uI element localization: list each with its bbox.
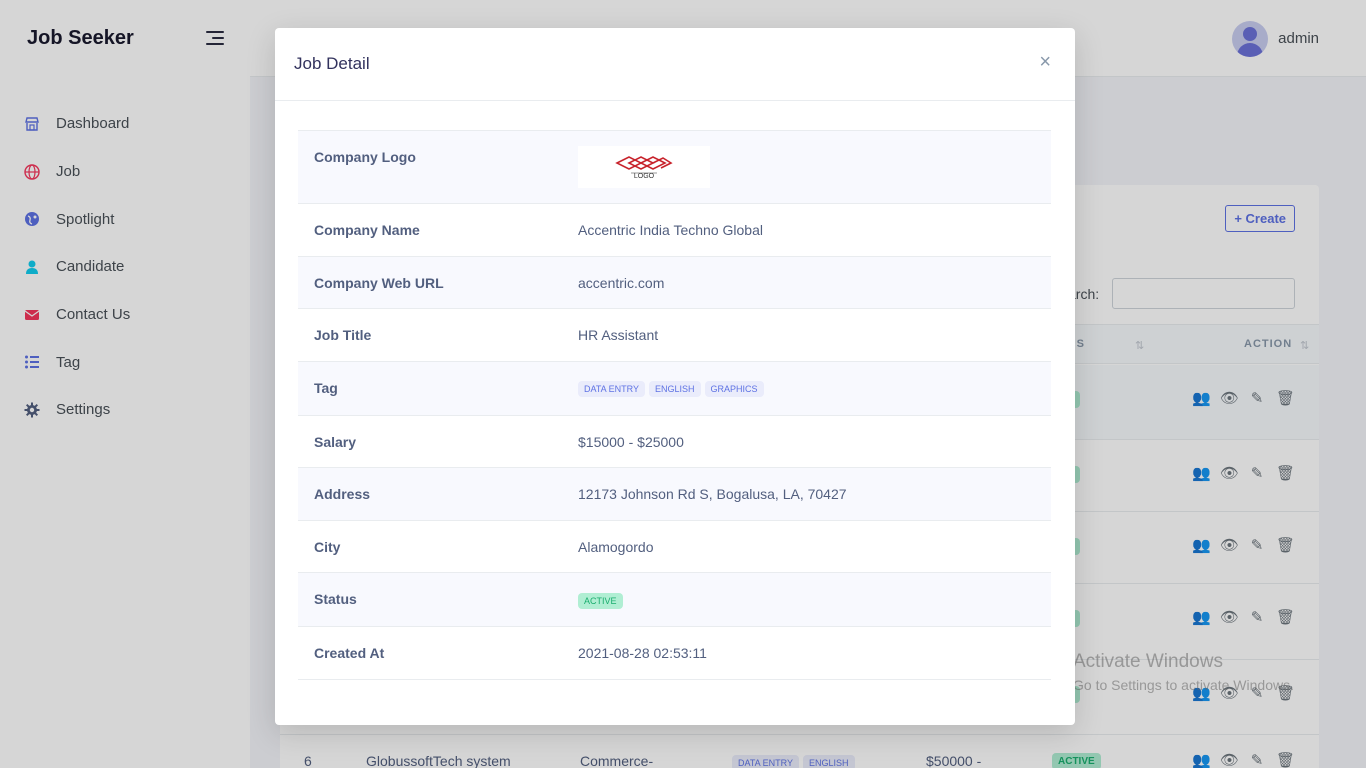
address-label: Address — [314, 486, 371, 502]
job-title-value: HR Assistant — [578, 327, 659, 343]
svg-text:LOGO: LOGO — [634, 173, 655, 180]
web-url-label: Company Web URL — [314, 275, 444, 291]
close-icon[interactable]: × — [1039, 52, 1051, 72]
salary-value: $15000 - $25000 — [578, 434, 684, 450]
company-logo-label: Company Logo — [314, 149, 416, 165]
detail-row-web-url: Company Web URL accentric.com — [298, 257, 1051, 309]
job-title-label: Job Title — [314, 327, 372, 343]
tag-chip: ENGLISH — [649, 381, 701, 397]
tag-label: Tag — [314, 380, 338, 396]
tag-chip: GRAPHICS — [704, 381, 764, 397]
address-value: 12173 Johnson Rd S, Bogalusa, LA, 70427 — [578, 486, 847, 502]
company-logo: LOGO — [578, 146, 710, 188]
company-name-label: Company Name — [314, 222, 420, 238]
modal-header: Job Detail × — [275, 28, 1075, 101]
job-detail-modal: Job Detail × Company Logo LOGO Company N… — [275, 28, 1075, 725]
salary-label: Salary — [314, 434, 357, 450]
modal-title: Job Detail — [294, 54, 370, 73]
tag-list: DATA ENTRY ENGLISH GRAPHICS — [578, 379, 768, 397]
city-label: City — [314, 539, 341, 555]
company-name-value: Accentric India Techno Global — [578, 222, 763, 238]
status-value: ACTIVE — [578, 591, 623, 609]
detail-row-salary: Salary $15000 - $25000 — [298, 416, 1051, 468]
detail-row-status: Status ACTIVE — [298, 573, 1051, 627]
detail-row-tag: Tag DATA ENTRY ENGLISH GRAPHICS — [298, 362, 1051, 416]
status-label: Status — [314, 591, 357, 607]
detail-row-address: Address 12173 Johnson Rd S, Bogalusa, LA… — [298, 468, 1051, 521]
detail-row-created-at: Created At 2021-08-28 02:53:11 — [298, 627, 1051, 680]
detail-row-job-title: Job Title HR Assistant — [298, 309, 1051, 362]
detail-row-logo: Company Logo LOGO — [298, 131, 1051, 204]
detail-row-company-name: Company Name Accentric India Techno Glob… — [298, 204, 1051, 257]
web-url-value: accentric.com — [578, 275, 665, 291]
created-at-label: Created At — [314, 645, 385, 661]
status-badge: ACTIVE — [578, 593, 623, 609]
city-value: Alamogordo — [578, 539, 654, 555]
tag-chip: DATA ENTRY — [578, 381, 646, 397]
detail-row-city: City Alamogordo — [298, 521, 1051, 573]
created-at-value: 2021-08-28 02:53:11 — [578, 645, 707, 661]
job-detail-table: Company Logo LOGO Company Name Accentric… — [298, 130, 1051, 680]
